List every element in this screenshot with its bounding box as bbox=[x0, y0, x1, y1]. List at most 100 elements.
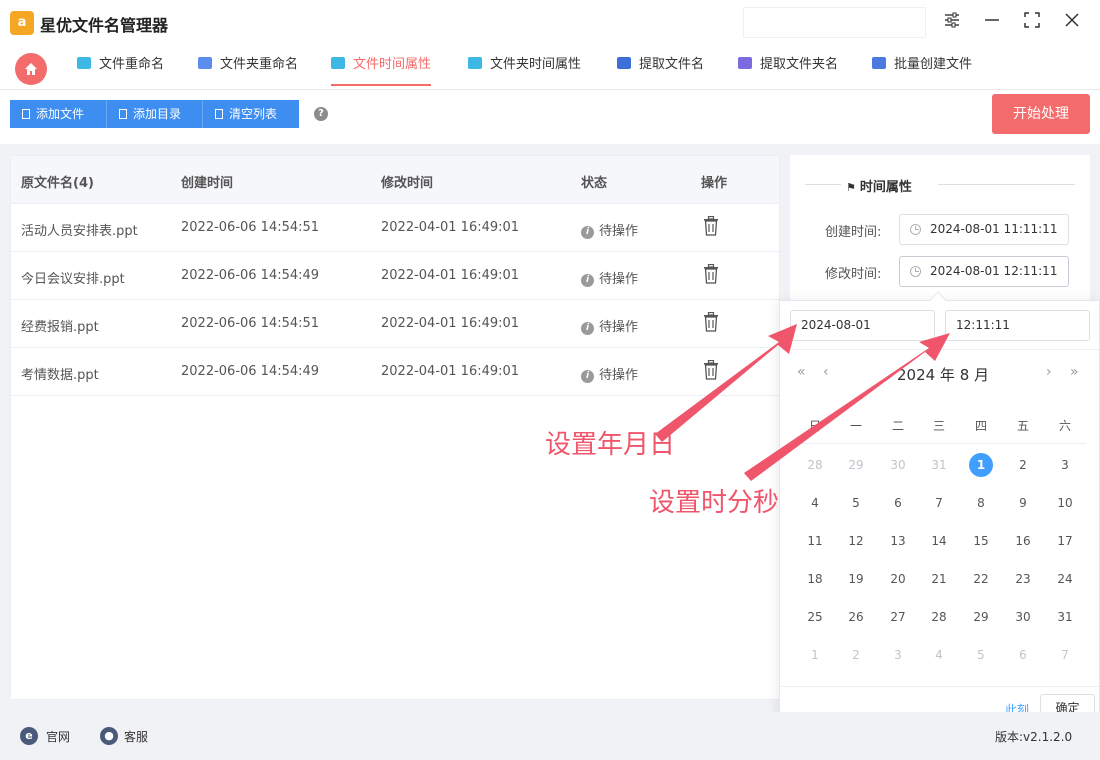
calendar-day[interactable]: 1 bbox=[966, 453, 996, 477]
close-icon[interactable] bbox=[1060, 11, 1084, 35]
calendar-day[interactable]: 29 bbox=[966, 605, 996, 629]
support-link[interactable]: 客服 bbox=[124, 728, 148, 745]
calendar-day[interactable]: 6 bbox=[1008, 643, 1038, 667]
clear-list-button[interactable]: 清空列表 bbox=[203, 100, 299, 128]
calendar-day[interactable]: 14 bbox=[924, 529, 954, 553]
title-bar: a 星优文件名管理器 bbox=[0, 0, 1100, 46]
calendar-day[interactable]: 17 bbox=[1050, 529, 1080, 553]
delete-icon[interactable] bbox=[703, 360, 719, 380]
column-header-modified[interactable]: 修改时间 bbox=[381, 172, 433, 191]
calendar-day[interactable]: 13 bbox=[883, 529, 913, 553]
modified-time-input[interactable]: 2024-08-01 12:11:11 bbox=[899, 256, 1069, 287]
weekday-label: 六 bbox=[1058, 419, 1071, 433]
column-header-created[interactable]: 创建时间 bbox=[181, 172, 233, 191]
calendar-day[interactable]: 2 bbox=[1008, 453, 1038, 477]
table-row[interactable]: 考情数据.ppt 2022-06-06 14:54:49 2022-04-01 … bbox=[11, 348, 779, 396]
add-directory-button[interactable]: 添加目录 bbox=[107, 100, 203, 128]
tab-folder-rename[interactable]: 文件夹重命名 bbox=[198, 46, 298, 86]
calendar-day[interactable]: 5 bbox=[841, 491, 871, 515]
calendar-day[interactable]: 28 bbox=[924, 605, 954, 629]
maximize-icon[interactable] bbox=[1020, 11, 1044, 35]
calendar-day[interactable]: 6 bbox=[883, 491, 913, 515]
calendar-day[interactable]: 7 bbox=[924, 491, 954, 515]
start-processing-button[interactable]: 开始处理 bbox=[992, 94, 1090, 134]
calendar-day[interactable]: 7 bbox=[1050, 643, 1080, 667]
calendar-day[interactable]: 5 bbox=[966, 643, 996, 667]
calendar-day[interactable]: 22 bbox=[966, 567, 996, 591]
created-time-cell: 2022-06-06 14:54:51 bbox=[181, 220, 320, 235]
calendar-day[interactable]: 1 bbox=[800, 643, 830, 667]
modified-time-label: 修改时间: bbox=[825, 267, 882, 282]
table-row[interactable]: 经费报销.ppt 2022-06-06 14:54:51 2022-04-01 … bbox=[11, 300, 779, 348]
calendar-day[interactable]: 16 bbox=[1008, 529, 1038, 553]
delete-icon[interactable] bbox=[703, 216, 719, 236]
calendar-day[interactable]: 21 bbox=[924, 567, 954, 591]
column-header-action[interactable]: 操作 bbox=[701, 172, 727, 191]
column-header-status[interactable]: 状态 bbox=[581, 172, 607, 191]
calendar-day[interactable]: 15 bbox=[966, 529, 996, 553]
calendar-day[interactable]: 2 bbox=[841, 643, 871, 667]
tab-file-time[interactable]: 文件时间属性 bbox=[331, 46, 432, 86]
delete-icon[interactable] bbox=[703, 312, 719, 332]
status-cell: i 待操作 bbox=[581, 364, 638, 383]
calendar-day[interactable]: 11 bbox=[800, 529, 830, 553]
tab-extract-filename[interactable]: 提取文件名 bbox=[617, 46, 704, 86]
settings-icon[interactable] bbox=[940, 11, 964, 35]
calendar-day[interactable]: 3 bbox=[1050, 453, 1080, 477]
help-icon[interactable]: ? bbox=[314, 107, 328, 121]
calendar-day[interactable]: 30 bbox=[1008, 605, 1038, 629]
column-header-name[interactable]: 原文件名(4) bbox=[21, 172, 94, 191]
website-icon[interactable]: e bbox=[20, 727, 38, 745]
calendar-day[interactable]: 9 bbox=[1008, 491, 1038, 515]
picker-date-input[interactable]: 2024-08-01 bbox=[790, 310, 935, 341]
home-icon[interactable] bbox=[15, 53, 47, 85]
calendar-day[interactable]: 8 bbox=[966, 491, 996, 515]
add-file-button[interactable]: 添加文件 bbox=[10, 100, 107, 128]
folder-time-icon bbox=[468, 57, 482, 69]
calendar-header[interactable]: 2024 年 8 月 bbox=[888, 364, 998, 385]
website-link[interactable]: 官网 bbox=[46, 728, 70, 745]
next-month-icon[interactable]: › bbox=[1046, 364, 1052, 380]
calendar-day[interactable]: 20 bbox=[883, 567, 913, 591]
tab-file-rename[interactable]: 文件重命名 bbox=[77, 46, 164, 86]
table-row[interactable]: 活动人员安排表.ppt 2022-06-06 14:54:51 2022-04-… bbox=[11, 204, 779, 252]
calendar-day[interactable]: 10 bbox=[1050, 491, 1080, 515]
calendar-day[interactable]: 28 bbox=[800, 453, 830, 477]
created-time-input[interactable]: 2024-08-01 11:11:11 bbox=[899, 214, 1069, 245]
calendar-day[interactable]: 26 bbox=[841, 605, 871, 629]
tab-batch-create[interactable]: 批量创建文件 bbox=[872, 46, 972, 86]
title-search-box[interactable] bbox=[743, 7, 926, 38]
version-label: 版本:v2.1.2.0 bbox=[995, 730, 1073, 744]
calendar-day[interactable]: 4 bbox=[924, 643, 954, 667]
calendar-day[interactable]: 12 bbox=[841, 529, 871, 553]
calendar-day[interactable]: 18 bbox=[800, 567, 830, 591]
modified-time-cell: 2022-04-01 16:49:01 bbox=[381, 364, 520, 379]
calendar-day[interactable]: 30 bbox=[883, 453, 913, 477]
tab-folder-time[interactable]: 文件夹时间属性 bbox=[468, 46, 581, 86]
created-time-label: 创建时间: bbox=[825, 225, 882, 240]
calendar-day[interactable]: 24 bbox=[1050, 567, 1080, 591]
calendar-day[interactable]: 4 bbox=[800, 491, 830, 515]
next-year-icon[interactable]: » bbox=[1070, 364, 1079, 380]
picker-time-input[interactable]: 12:11:11 bbox=[945, 310, 1090, 341]
chat-icon[interactable]: ● bbox=[100, 727, 118, 745]
calendar-day[interactable]: 29 bbox=[841, 453, 871, 477]
calendar-day[interactable]: 31 bbox=[924, 453, 954, 477]
divider bbox=[795, 443, 1086, 444]
delete-icon[interactable] bbox=[703, 264, 719, 284]
modified-time-cell: 2022-04-01 16:49:01 bbox=[381, 220, 520, 235]
calendar-day[interactable]: 25 bbox=[800, 605, 830, 629]
status-cell: i 待操作 bbox=[581, 316, 638, 335]
prev-month-icon[interactable]: ‹ bbox=[823, 364, 829, 380]
time-annotation: 设置时分秒 bbox=[649, 488, 780, 518]
prev-year-icon[interactable]: « bbox=[797, 364, 806, 380]
calendar-day[interactable]: 23 bbox=[1008, 567, 1038, 591]
tab-extract-foldername[interactable]: 提取文件夹名 bbox=[738, 46, 838, 86]
calendar-day[interactable]: 31 bbox=[1050, 605, 1080, 629]
calendar-day[interactable]: 19 bbox=[841, 567, 871, 591]
calendar-day[interactable]: 27 bbox=[883, 605, 913, 629]
minimize-icon[interactable] bbox=[980, 11, 1004, 35]
table-row[interactable]: 今日会议安排.ppt 2022-06-06 14:54:49 2022-04-0… bbox=[11, 252, 779, 300]
weekday-label: 一 bbox=[849, 419, 862, 433]
calendar-day[interactable]: 3 bbox=[883, 643, 913, 667]
